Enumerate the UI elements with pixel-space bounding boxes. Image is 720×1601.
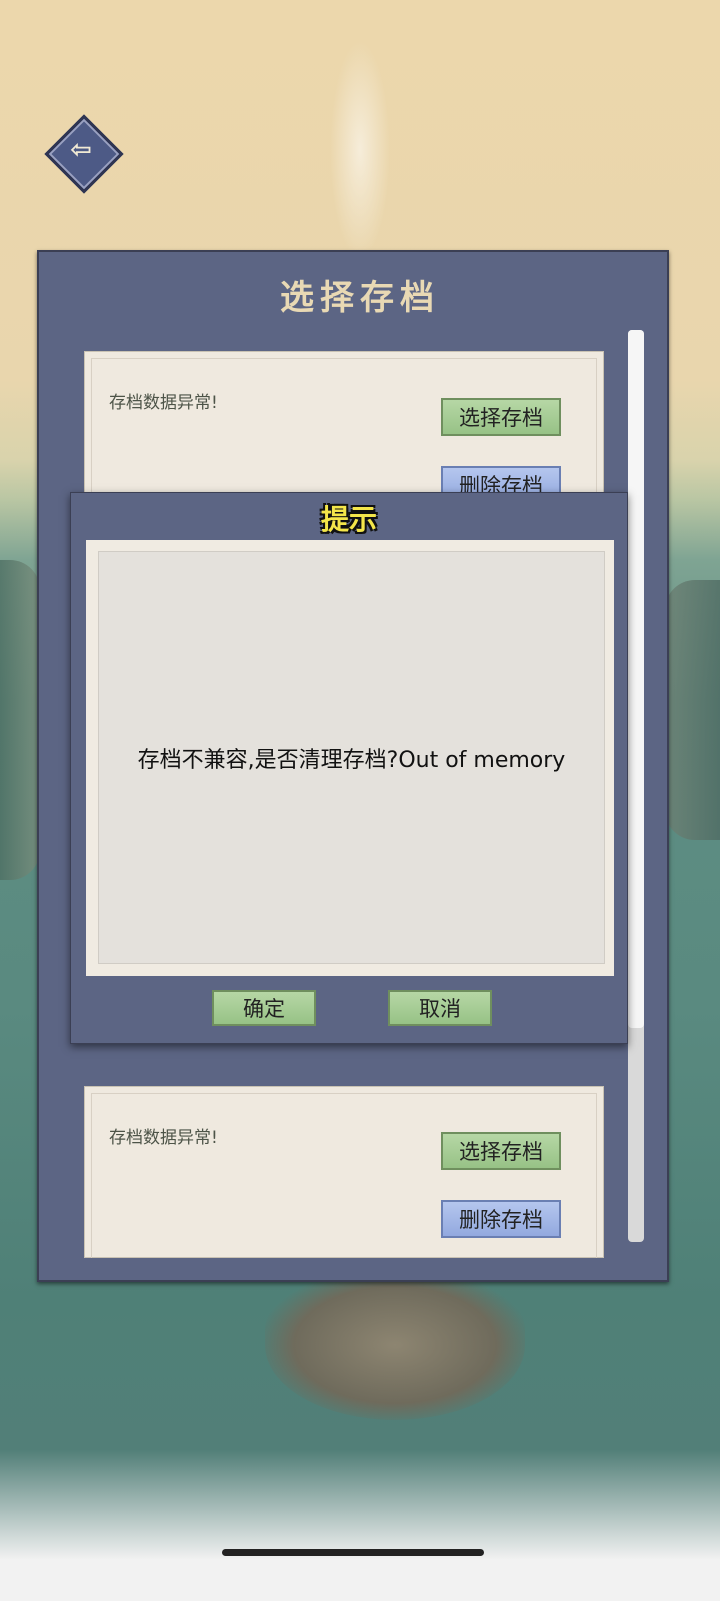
smoke-decoration: [330, 40, 390, 260]
select-save-button[interactable]: 选择存档: [441, 398, 561, 436]
dialog-message: 存档不兼容,是否清理存档?Out of memory: [137, 748, 566, 773]
home-indicator[interactable]: [222, 1549, 484, 1556]
save-slot-1: 存档数据异常! 选择存档 删除存档: [84, 351, 604, 504]
cancel-button[interactable]: 取消: [388, 990, 492, 1026]
confirm-button[interactable]: 确定: [212, 990, 316, 1026]
cliff-decoration: [265, 1270, 525, 1420]
save-slot-2: 存档数据异常! 选择存档 删除存档: [84, 1086, 604, 1258]
delete-save-button[interactable]: 删除存档: [441, 1200, 561, 1238]
slot-status-text: 存档数据异常!: [109, 393, 218, 413]
arrow-left-icon: ⇦: [70, 135, 92, 165]
slot-status-text: 存档数据异常!: [109, 1128, 218, 1148]
rock-decoration-right: [665, 580, 720, 840]
select-save-button[interactable]: 选择存档: [441, 1132, 561, 1170]
rock-decoration-left: [0, 560, 40, 880]
scrollbar-thumb[interactable]: [628, 330, 644, 1028]
dialog-title: 提示: [320, 503, 377, 536]
panel-title: 选择存档: [280, 278, 440, 318]
